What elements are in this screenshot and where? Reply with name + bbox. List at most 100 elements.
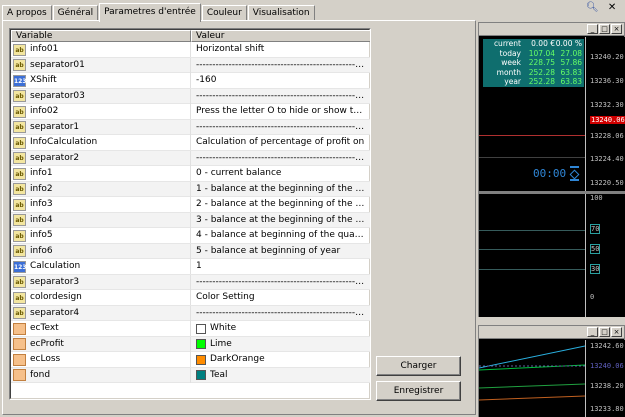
parameter-row[interactable]: fond Teal [11, 367, 370, 383]
string-type-icon: ab [13, 121, 26, 133]
load-button[interactable]: Charger [376, 356, 461, 376]
variable-name: info1 [30, 168, 53, 178]
color-swatch[interactable] [196, 323, 206, 334]
value-cell[interactable]: 2 - balance at the beginning of the week [191, 197, 370, 212]
parameter-row[interactable]: ab info01 Horizontal shift [11, 42, 370, 58]
close-icon[interactable]: × [611, 327, 622, 337]
parameter-row[interactable]: 123 Calculation 1 [11, 259, 370, 275]
minimize-icon[interactable]: _ [587, 24, 598, 34]
minimize-icon[interactable]: _ [587, 327, 598, 337]
column-header-value[interactable]: Valeur [191, 30, 370, 42]
value-cell[interactable]: ----------------------------------------… [191, 89, 370, 104]
price-axis-2: 13242.60 13240.06 13238.20 13233.80 [585, 340, 625, 417]
value-cell[interactable]: Horizontal shift [191, 42, 370, 57]
close-icon[interactable]: ✕ [608, 2, 616, 13]
value-cell[interactable]: DarkOrange [191, 352, 370, 367]
color-type-icon [13, 369, 26, 381]
string-type-icon: ab [13, 276, 26, 288]
parameter-row[interactable]: ab info5 4 - balance at beginning of the q… [11, 228, 370, 244]
maximize-icon[interactable]: □ [599, 24, 610, 34]
variable-name: ecLoss [30, 354, 61, 364]
stats-row: week 228.75 57.86 [485, 58, 582, 68]
value-cell[interactable]: ----------------------------------------… [191, 151, 370, 166]
value-cell[interactable]: ----------------------------------------… [191, 275, 370, 290]
parameter-row[interactable]: ecProfit Lime [11, 336, 370, 352]
parameter-row[interactable]: ab separator1 ----------------------------… [11, 119, 370, 135]
close-icon[interactable]: × [611, 24, 622, 34]
variable-name: info6 [30, 245, 53, 256]
color-type-icon [13, 322, 26, 335]
parameter-row[interactable]: ab separator03 ---------------------------… [11, 88, 370, 104]
value-cell[interactable]: ----------------------------------------… [191, 120, 370, 135]
search-icon[interactable]: 🔍︎ [586, 2, 599, 13]
value-cell[interactable]: 3 - balance at the beginning of the mont… [191, 213, 370, 228]
tab-general[interactable]: Général [52, 5, 99, 21]
color-swatch[interactable] [196, 370, 206, 380]
value-cell[interactable]: 4 - balance at beginning of the quarter [191, 228, 370, 243]
parameter-row[interactable]: ab separator4 ----------------------------… [11, 305, 370, 321]
parameter-row[interactable]: ab InfoCalculation Calculation of percenta… [11, 135, 370, 151]
variable-cell: ab info2 [11, 181, 191, 197]
variable-cell: 123 Calculation [11, 259, 191, 274]
number-type-icon: 123 [13, 260, 27, 273]
column-header-variable[interactable]: Variable [11, 30, 191, 42]
tab-input-parameters[interactable]: Parametres d'entrée [99, 3, 201, 22]
color-swatch[interactable] [196, 339, 206, 349]
value-cell[interactable]: Press the letter O to hide or show the i… [191, 104, 370, 119]
parameter-row[interactable]: ab colordesign Color Setting [11, 290, 370, 306]
value-cell[interactable]: Teal [191, 368, 370, 383]
value-text: -160 [196, 75, 217, 85]
stats-row: year 252.28 63.83 [485, 77, 582, 87]
value-cell[interactable]: 5 - balance at beginning of year [191, 244, 370, 259]
value-cell[interactable]: Lime [191, 337, 370, 352]
chart-window-2: 100 70 50 30 0 [478, 192, 625, 317]
stats-amount: 252.28 [528, 77, 555, 86]
value-cell[interactable]: ----------------------------------------… [191, 58, 370, 73]
price-tick: 13236.30 [590, 77, 624, 85]
tab-visualization[interactable]: Visualisation [247, 5, 315, 21]
value-text: 3 - balance at the beginning of the mont… [196, 214, 366, 225]
parameter-row[interactable]: 123 XShift -160 [11, 73, 370, 89]
parameter-row[interactable]: ab info6 5 - balance at beginning of year [11, 243, 370, 259]
tab-about[interactable]: A propos [2, 5, 52, 21]
value-cell[interactable]: ----------------------------------------… [191, 306, 370, 321]
value-cell[interactable]: White [191, 321, 370, 336]
price-chart[interactable]: current 0.00 € 0.00 % today 107.04 27.08 we… [479, 37, 585, 191]
parameter-row[interactable]: ab info4 3 - balance at the beginning of t… [11, 212, 370, 228]
stats-percent: 57.86 [560, 58, 582, 67]
parameter-row[interactable]: ab info2 1 - balance at the beginning of t… [11, 181, 370, 197]
value-text: ----------------------------------------… [196, 307, 366, 318]
value-cell[interactable]: -160 [191, 73, 370, 88]
parameter-row[interactable]: ecText White [11, 321, 370, 337]
price-tick: 13220.50 [590, 179, 624, 187]
value-cell[interactable]: Color Setting [191, 290, 370, 305]
parameter-row[interactable]: ab separator3 ----------------------------… [11, 274, 370, 290]
value-text: 2 - balance at the beginning of the week [196, 199, 366, 209]
tab-colors[interactable]: Couleur [201, 5, 247, 21]
stats-amount: 107.04 [528, 48, 555, 58]
parameter-row[interactable]: ab info3 2 - balance at the beginning of t… [11, 197, 370, 213]
indicator-chart[interactable] [479, 194, 585, 317]
indicator-tick: 100 [590, 194, 603, 202]
value-cell[interactable]: Calculation of percentage of profit on [191, 135, 370, 150]
variable-name: info3 [30, 199, 53, 209]
value-text: Lime [210, 338, 232, 349]
parameter-row[interactable]: ab info02 Press the letter O to hide or sh… [11, 104, 370, 120]
parameter-row[interactable]: ab separator01 ---------------------------… [11, 57, 370, 73]
parameter-row[interactable]: ab separator2 ----------------------------… [11, 150, 370, 166]
value-cell[interactable]: 0 - current balance [191, 166, 370, 181]
maximize-icon[interactable]: □ [599, 327, 610, 337]
value-text: Color Setting [196, 292, 255, 302]
variable-cell: ab separator4 [11, 305, 191, 321]
parameter-row[interactable]: ab info1 0 - current balance [11, 166, 370, 182]
parameter-row[interactable]: ecLoss DarkOrange [11, 352, 370, 368]
price-chart-2[interactable] [478, 340, 586, 417]
color-swatch[interactable] [196, 354, 206, 365]
value-text: ----------------------------------------… [196, 121, 366, 132]
number-type-icon: 123 [13, 74, 27, 87]
value-cell[interactable]: 1 - balance at the beginning of the day [191, 182, 370, 197]
variable-name: ecProfit [30, 338, 64, 349]
value-cell[interactable]: 1 [191, 259, 370, 274]
save-button[interactable]: Enregistrer [376, 381, 461, 401]
string-type-icon: ab [13, 43, 26, 56]
